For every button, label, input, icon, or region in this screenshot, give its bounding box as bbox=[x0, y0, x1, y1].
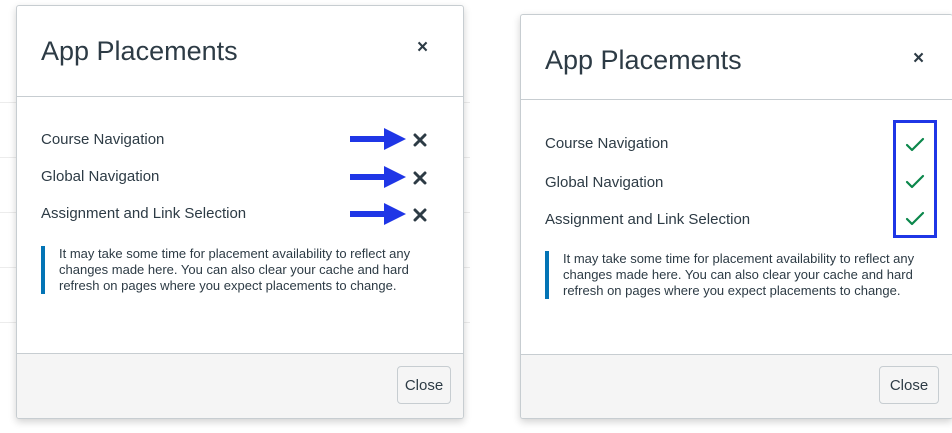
modal-header: App Placements × bbox=[17, 6, 463, 97]
arrow-right-icon bbox=[350, 128, 406, 150]
x-mark-icon[interactable] bbox=[413, 208, 427, 222]
checkmark-icon[interactable] bbox=[905, 211, 925, 227]
app-placements-modal-disabled: App Placements × Course Navigation Globa… bbox=[16, 5, 464, 419]
modal-footer: Close bbox=[521, 354, 952, 418]
modal-footer: Close bbox=[17, 353, 463, 418]
modal-title: App Placements bbox=[41, 36, 238, 66]
placement-label-assignment-link-selection: Assignment and Link Selection bbox=[545, 211, 751, 228]
arrow-right-icon bbox=[350, 203, 406, 225]
placement-label-course-navigation: Course Navigation bbox=[41, 131, 165, 148]
modal-header: App Placements × bbox=[521, 15, 952, 100]
modal-title: App Placements bbox=[545, 45, 742, 75]
checkmark-icon[interactable] bbox=[905, 137, 925, 153]
close-button[interactable]: Close bbox=[879, 366, 939, 404]
app-placements-modal-enabled: App Placements × Course Navigation Globa… bbox=[520, 14, 952, 419]
placement-label-global-navigation: Global Navigation bbox=[41, 168, 160, 185]
placement-info-note: It may take some time for placement avai… bbox=[41, 246, 419, 294]
placement-info-note: It may take some time for placement avai… bbox=[545, 251, 923, 299]
placement-label-course-navigation: Course Navigation bbox=[545, 135, 669, 152]
close-icon[interactable]: × bbox=[913, 49, 924, 68]
checkmark-icon[interactable] bbox=[905, 174, 925, 190]
placement-label-global-navigation: Global Navigation bbox=[545, 174, 664, 191]
placement-label-assignment-link-selection: Assignment and Link Selection bbox=[41, 205, 247, 222]
arrow-right-icon bbox=[350, 166, 406, 188]
x-mark-icon[interactable] bbox=[413, 171, 427, 185]
x-mark-icon[interactable] bbox=[413, 133, 427, 147]
close-button[interactable]: Close bbox=[397, 366, 451, 404]
close-icon[interactable]: × bbox=[417, 38, 428, 57]
